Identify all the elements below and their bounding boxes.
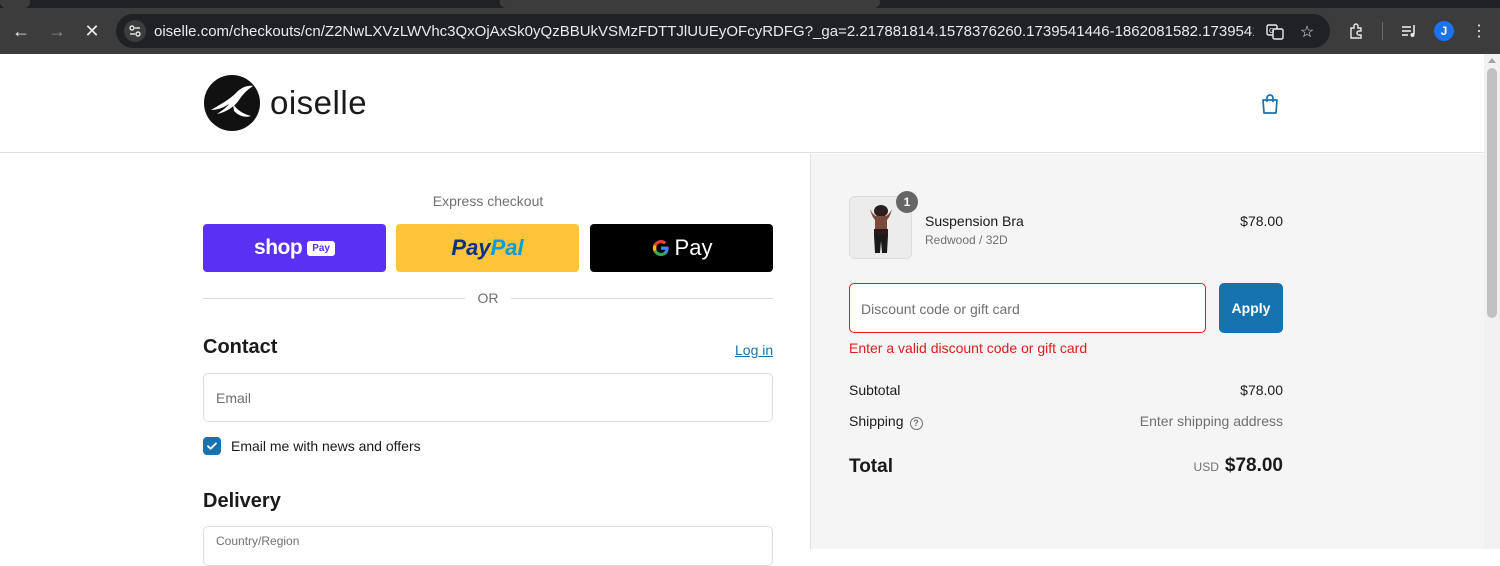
logo-wordmark: oiselle — [270, 84, 368, 121]
url-text[interactable]: oiselle.com/checkouts/cn/Z2NwLXVzLWVhc3Q… — [154, 23, 1254, 40]
or-divider: OR — [203, 290, 773, 306]
site-header: oiselle — [0, 54, 1484, 153]
page-scrollbar[interactable] — [1484, 54, 1500, 549]
discount-error-message: Enter a valid discount code or gift card — [849, 340, 1088, 356]
quantity-badge: 1 — [896, 191, 918, 213]
checkout-form: Express checkout shop Pay PayPal Pay OR … — [0, 154, 810, 566]
express-checkout-label: Express checkout — [432, 193, 544, 209]
item-price: $78.00 — [1240, 213, 1283, 229]
order-summary: 1 Suspension Bra Redwood / 32D $78.00 Di… — [810, 154, 1484, 549]
login-link[interactable]: Log in — [735, 342, 773, 358]
shop-pay-badge: Pay — [307, 240, 335, 256]
total-amount: $78.00 — [1224, 455, 1283, 476]
paypal-part2: Pal — [490, 235, 524, 260]
shop-pay-button[interactable]: shop Pay — [203, 224, 386, 272]
help-icon[interactable]: ? — [909, 417, 923, 430]
scrollbar-thumb[interactable] — [1487, 68, 1497, 318]
total-label: Total — [849, 456, 893, 477]
subtotal-value: $78.00 — [1240, 382, 1283, 398]
shipping-label: Shipping — [849, 413, 904, 429]
total-value-group: USD $78.00 — [1083, 455, 1283, 477]
profile-avatar[interactable]: J — [1434, 21, 1454, 41]
subtotal-label: Subtotal — [849, 382, 901, 398]
tab-edge — [500, 0, 880, 8]
google-pay-label: Pay — [674, 235, 713, 260]
total-currency: USD — [1193, 460, 1219, 474]
or-label: OR — [477, 290, 499, 306]
delivery-heading: Delivery — [203, 490, 281, 512]
country-region-select[interactable]: Country/Region — [203, 526, 773, 566]
newsletter-checkbox[interactable] — [203, 437, 221, 455]
scroll-up-arrow-icon[interactable] — [1488, 58, 1496, 63]
toolbar-divider — [1382, 22, 1383, 40]
stop-loading-icon[interactable]: ✕ — [79, 18, 105, 44]
oiselle-logo[interactable]: oiselle — [203, 74, 373, 132]
paypal-part1: Pay — [451, 235, 491, 260]
apply-discount-button[interactable]: Apply — [1219, 283, 1283, 333]
shop-pay-wordmark: shop — [254, 236, 303, 259]
newsletter-label: Email me with news and offers — [231, 438, 421, 454]
extensions-icon[interactable] — [1344, 18, 1370, 44]
shopping-bag-icon[interactable] — [1258, 92, 1282, 116]
google-pay-button[interactable]: Pay — [590, 224, 773, 272]
shipping-row-label: Shipping? — [849, 413, 923, 430]
bookmark-star-icon[interactable]: ☆ — [1296, 21, 1318, 43]
item-name: Suspension Bra — [925, 213, 1024, 229]
item-variant: Redwood / 32D — [925, 233, 1008, 247]
country-region-label: Country/Region — [216, 534, 300, 548]
checkout-page: oiselle Express checkout shop Pay PayPal… — [0, 54, 1484, 566]
paypal-wordmark: PayPal — [451, 235, 523, 261]
address-bar[interactable]: oiselle.com/checkouts/cn/Z2NwLXVzLWVhc3Q… — [116, 14, 1330, 48]
checkmark-icon — [207, 442, 217, 450]
discount-code-input[interactable]: Discount code or gift card — [849, 283, 1206, 333]
forward-icon[interactable]: → — [44, 18, 70, 44]
back-icon[interactable]: ← — [8, 18, 34, 44]
paypal-button[interactable]: PayPal — [396, 224, 579, 272]
email-field[interactable]: Email — [203, 373, 773, 422]
tab-strip — [0, 0, 1500, 8]
more-menu-icon[interactable]: ⋮ — [1466, 18, 1492, 44]
svg-text:G: G — [1269, 28, 1274, 35]
newsletter-option[interactable]: Email me with news and offers — [203, 436, 421, 456]
browser-toolbar: ← → ✕ oiselle.com/checkouts/cn/Z2NwLXVzL… — [0, 0, 1500, 54]
bird-logo-icon — [204, 75, 260, 131]
tab-edge — [0, 0, 30, 8]
site-info-icon[interactable] — [124, 20, 146, 42]
contact-heading: Contact — [203, 336, 278, 358]
google-g-icon — [652, 239, 669, 257]
media-control-icon[interactable] — [1396, 18, 1422, 44]
discount-placeholder: Discount code or gift card — [861, 301, 1020, 317]
translate-icon[interactable]: G — [1264, 21, 1286, 43]
shipping-value: Enter shipping address — [1139, 413, 1283, 429]
email-placeholder: Email — [216, 390, 252, 406]
